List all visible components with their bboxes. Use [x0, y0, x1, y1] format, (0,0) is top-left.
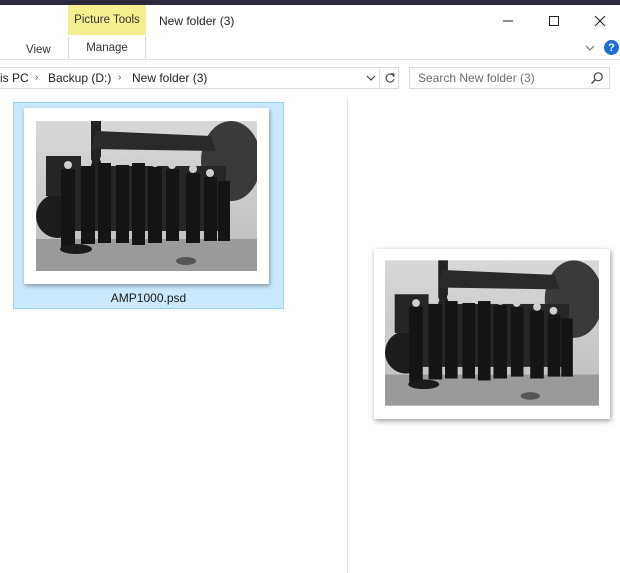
context-tab-label: Picture Tools	[74, 14, 140, 26]
search-icon[interactable]	[590, 71, 604, 85]
refresh-button[interactable]	[379, 68, 399, 88]
window-title: New folder (3)	[159, 14, 235, 28]
breadcrumb-backup[interactable]: Backup (D:)	[48, 71, 111, 85]
preview-pane-image	[374, 249, 610, 419]
address-bar[interactable]: is PC › Backup (D:) › New folder (3)	[0, 67, 399, 89]
breadcrumb-current-folder[interactable]: New folder (3)	[132, 71, 207, 85]
search-placeholder[interactable]: Search New folder (3)	[418, 71, 535, 85]
photo-preview-image	[385, 260, 599, 406]
tab-manage[interactable]: Manage	[68, 37, 146, 59]
photo-thumbnail-image	[36, 121, 257, 271]
close-icon	[594, 15, 606, 27]
minimize-icon	[503, 20, 513, 22]
close-button[interactable]	[577, 8, 620, 34]
search-box[interactable]: Search New folder (3)	[409, 67, 610, 89]
help-icon[interactable]: ?	[604, 40, 619, 55]
tab-view[interactable]: View	[26, 40, 51, 60]
address-history-dropdown[interactable]	[363, 68, 379, 88]
file-view: AMP1000.psd	[0, 90, 620, 573]
chevron-right-icon[interactable]: ›	[118, 72, 121, 83]
maximize-button[interactable]	[531, 8, 577, 34]
preview-pane-divider[interactable]	[347, 98, 348, 573]
file-item[interactable]: AMP1000.psd	[13, 102, 284, 309]
file-thumbnail	[24, 108, 269, 284]
refresh-icon	[385, 72, 395, 83]
file-name-label[interactable]: AMP1000.psd	[14, 291, 283, 305]
expand-ribbon-button[interactable]	[583, 41, 597, 55]
ribbon-divider	[0, 59, 620, 60]
maximize-icon	[549, 16, 559, 26]
picture-tools-context-tab: Picture Tools	[68, 5, 146, 35]
chevron-right-icon[interactable]: ›	[35, 72, 38, 83]
chevron-down-icon	[585, 45, 595, 51]
minimize-button[interactable]	[485, 8, 531, 34]
breadcrumb-this-pc[interactable]: is PC	[0, 71, 29, 85]
chevron-down-icon	[366, 75, 376, 81]
